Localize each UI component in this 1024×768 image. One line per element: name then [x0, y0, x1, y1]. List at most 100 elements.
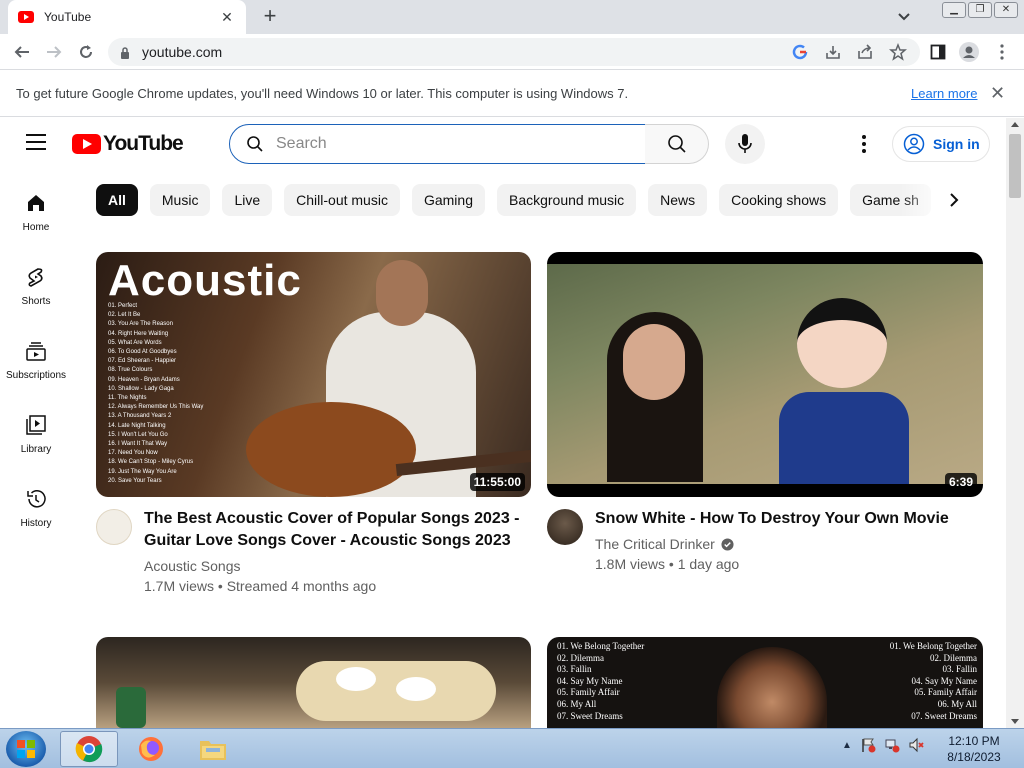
volume-muted-icon[interactable] — [908, 737, 924, 753]
video-thumbnail-food[interactable] — [96, 637, 531, 728]
side-panel-icon[interactable] — [928, 42, 948, 62]
tracklist-item: 08. True Colours — [108, 367, 153, 374]
tracklist-item: 12. Always Remember Us This Way — [108, 404, 204, 411]
hamburger-menu-icon[interactable] — [26, 134, 46, 150]
chip-chill-out-music[interactable]: Chill-out music — [284, 184, 400, 216]
channel-name-acoustic-songs[interactable]: Acoustic Songs — [144, 558, 241, 574]
tracklist-item: 03. Fallin — [942, 664, 977, 675]
voice-search-button[interactable] — [725, 124, 765, 164]
history-icon — [27, 490, 46, 508]
sidebar-item-subscriptions[interactable]: Subscriptions — [0, 326, 72, 400]
tab-youtube[interactable]: YouTube ✕ — [8, 0, 246, 34]
taskbar-chrome[interactable] — [60, 731, 118, 767]
reload-icon[interactable] — [76, 42, 96, 62]
profile-avatar-icon[interactable] — [959, 42, 979, 62]
address-bar[interactable]: youtube.com — [108, 38, 920, 66]
chip-background-music[interactable]: Background music — [496, 184, 637, 216]
start-button[interactable] — [6, 731, 46, 767]
thumbnail-guitar — [246, 402, 416, 497]
tracklist-item: 10. Shallow - Lady Gaga — [108, 385, 174, 392]
infobar-close-icon[interactable]: ✕ — [990, 83, 1005, 104]
sidebar-item-library[interactable]: Library — [0, 400, 72, 474]
tracklist-item: 15. I Won't Let You Go — [108, 431, 168, 438]
search-icon — [246, 135, 264, 158]
tracklist-item: 05. Family Affair — [557, 687, 620, 698]
back-arrow-icon[interactable] — [12, 42, 32, 62]
new-tab-button[interactable]: + — [258, 4, 282, 28]
video-thumbnail-acoustic[interactable]: Acoustic 01. Perfect 02. Let It Be 03. You… — [96, 252, 531, 497]
install-download-icon[interactable] — [824, 43, 842, 66]
show-hidden-icons-icon[interactable]: ▲ — [842, 740, 852, 751]
chip-music[interactable]: Music — [149, 184, 211, 216]
channel-name-critical-drinker[interactable]: The Critical Drinker — [595, 536, 734, 552]
video-thumbnail-mariah[interactable]: 01. We Belong Together 02. Dilemma 03. Fal… — [547, 637, 983, 728]
more-options-icon[interactable] — [854, 132, 874, 156]
chips-next-chevron-icon[interactable] — [938, 184, 970, 216]
chrome-menu-icon[interactable] — [992, 42, 1012, 62]
lock-icon[interactable] — [120, 46, 130, 64]
action-center-flag-icon[interactable] — [860, 737, 876, 753]
tracklist-item: 06. My All — [937, 698, 977, 709]
tracklist-item: 20. Save Your Tears — [108, 477, 162, 484]
youtube-logo-text: YouTube — [103, 132, 184, 155]
tracklist-item: 18. We Can't Stop - Miley Cyrus — [108, 459, 194, 466]
restore-button[interactable]: ❐ — [968, 2, 992, 18]
tracklist-item: 01. Perfect — [108, 303, 138, 309]
home-icon — [28, 195, 44, 211]
forward-arrow-icon[interactable] — [44, 42, 64, 62]
scrollbar-thumb[interactable] — [1009, 134, 1021, 198]
close-window-button[interactable]: ✕ — [994, 2, 1018, 18]
sidebar-item-label: Shorts — [21, 296, 51, 307]
chip-all[interactable]: All — [96, 184, 138, 216]
minimize-button[interactable]: ▁ — [942, 2, 966, 18]
scroll-up-arrow-icon[interactable] — [1011, 122, 1019, 127]
chip-cooking-shows[interactable]: Cooking shows — [719, 184, 839, 216]
video-title-line-2: Guitar Love Songs Cover - Acoustic Songs… — [144, 532, 511, 549]
google-g-icon[interactable] — [792, 44, 808, 65]
scroll-down-arrow-icon[interactable] — [1011, 719, 1019, 724]
tracklist-item: 07. Sweet Dreams — [557, 710, 623, 721]
tracklist-item: 01. We Belong Together — [889, 641, 977, 651]
tracklist-item: 02. Dilemma — [557, 652, 604, 663]
search-box — [229, 124, 646, 164]
search-input[interactable] — [276, 133, 636, 155]
bookmark-star-icon[interactable] — [889, 42, 907, 66]
video-thumbnail-snow-white[interactable]: 6:39 — [547, 252, 983, 497]
infobar-message: To get future Google Chrome updates, you… — [16, 86, 629, 101]
tab-search-chevron-icon[interactable] — [894, 6, 914, 26]
sidebar-item-shorts[interactable]: Shorts — [0, 252, 72, 326]
sidebar-item-home[interactable]: Home — [0, 178, 72, 252]
youtube-logo[interactable]: YouTube — [72, 132, 184, 156]
video-title-snow-white[interactable]: Snow White - How To Destroy Your Own Mov… — [595, 508, 975, 530]
taskbar-firefox[interactable] — [122, 731, 180, 767]
chip-news[interactable]: News — [648, 184, 708, 216]
tracklist-item: 03. You Are The Reason — [108, 321, 173, 328]
tracklist-item: 04. Right Here Waiting — [108, 330, 169, 337]
channel-avatar-acoustic-songs[interactable] — [96, 509, 132, 545]
sign-in-button[interactable]: Sign in — [892, 126, 990, 162]
thumbnail-snow-white-dress — [779, 392, 909, 484]
tab-close-icon[interactable]: ✕ — [218, 9, 236, 26]
learn-more-link[interactable]: Learn more — [911, 86, 977, 101]
sidebar-item-history[interactable]: History — [0, 474, 72, 548]
thumbnail-egg — [336, 667, 376, 691]
browser-toolbar: youtube.com — [0, 34, 1024, 70]
taskbar-file-explorer[interactable] — [184, 731, 242, 767]
tracklist-item: 07. Sweet Dreams — [911, 710, 977, 721]
video-title-acoustic[interactable]: The Best Acoustic Cover of Popular Songs… — [144, 508, 524, 552]
search-button[interactable] — [645, 124, 709, 164]
chip-gaming[interactable]: Gaming — [411, 184, 485, 216]
thumbnail-tracklist-left: 01. We Belong Together 02. Dilemma 03. Fal… — [557, 641, 644, 722]
share-icon[interactable] — [856, 43, 874, 66]
thumbnail-woman-face — [623, 324, 685, 400]
channel-avatar-critical-drinker[interactable] — [547, 509, 583, 545]
video-title-line-1: Snow White - How To Destroy Your Own Mov… — [595, 510, 949, 527]
tracklist-item: 04. Say My Name — [911, 675, 978, 686]
tracklist-item: 05. Family Affair — [914, 687, 977, 698]
tracklist-item: 16. I Want It That Way — [108, 441, 168, 448]
taskbar-clock[interactable]: 12:10 PM 8/18/2023 — [944, 733, 1004, 765]
page-scrollbar[interactable] — [1006, 118, 1024, 728]
sidebar-item-label: History — [20, 518, 52, 529]
chip-live[interactable]: Live — [222, 184, 273, 216]
network-icon[interactable] — [884, 737, 900, 753]
